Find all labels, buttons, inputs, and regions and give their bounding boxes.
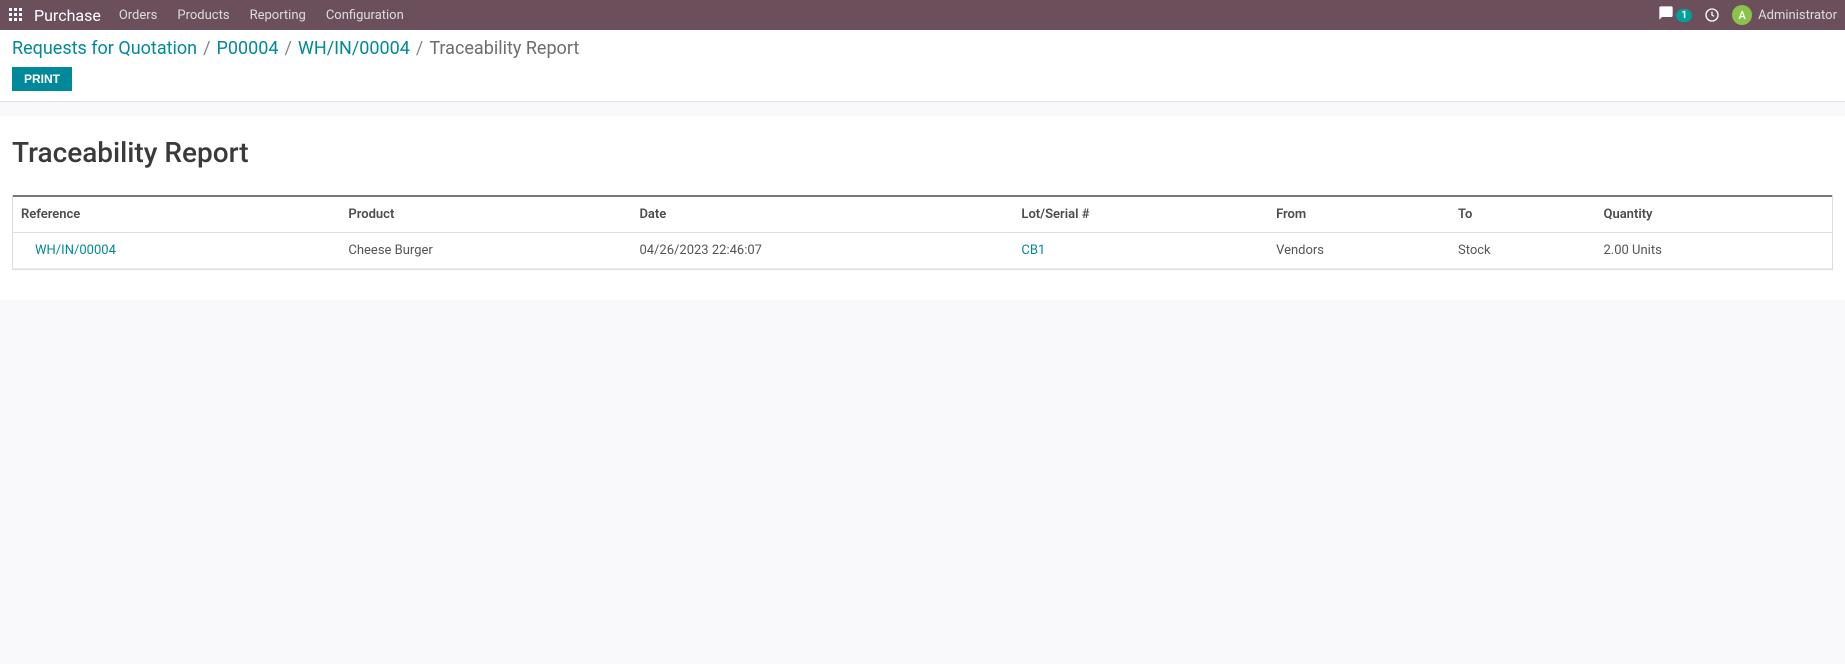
col-product: Product — [340, 196, 631, 233]
messages-badge: 1 — [1676, 9, 1692, 22]
nav-orders[interactable]: Orders — [119, 8, 158, 23]
nav-reporting[interactable]: Reporting — [250, 8, 306, 23]
cell-lot: CB1 — [1013, 233, 1268, 269]
report-table: Reference Product Date Lot/Serial # From… — [13, 195, 1832, 269]
nav-configuration[interactable]: Configuration — [326, 8, 404, 23]
messages-button[interactable]: 1 — [1658, 5, 1692, 25]
avatar: A — [1732, 5, 1752, 25]
report-table-wrap: Reference Product Date Lot/Serial # From… — [12, 195, 1833, 270]
breadcrumb-current: Traceability Report — [429, 38, 579, 59]
cell-from: Vendors — [1268, 233, 1450, 269]
app-name[interactable]: Purchase — [34, 6, 101, 25]
table-header-row: Reference Product Date Lot/Serial # From… — [13, 196, 1832, 233]
print-button[interactable]: Print — [12, 67, 72, 91]
cell-product: Cheese Burger — [340, 233, 631, 269]
breadcrumb: Requests for Quotation / P00004 / WH/IN/… — [12, 38, 1833, 59]
cell-reference: WH/IN/00004 — [13, 233, 340, 269]
breadcrumb-po[interactable]: P00004 — [217, 38, 279, 59]
col-lot: Lot/Serial # — [1013, 196, 1268, 233]
cell-date: 04/26/2023 22:46:07 — [631, 233, 1013, 269]
breadcrumb-transfer[interactable]: WH/IN/00004 — [298, 38, 410, 59]
lot-link[interactable]: CB1 — [1021, 243, 1045, 258]
page-title: Traceability Report — [12, 136, 1833, 169]
activity-button[interactable] — [1704, 7, 1720, 23]
content: Traceability Report Reference Product Da… — [0, 116, 1845, 300]
topbar-right: 1 A Administrator — [1658, 5, 1837, 25]
breadcrumb-sep: / — [203, 38, 210, 59]
topbar: Purchase Orders Products Reporting Confi… — [0, 0, 1845, 30]
reference-link[interactable]: WH/IN/00004 — [35, 243, 116, 258]
apps-icon[interactable] — [8, 7, 24, 23]
col-quantity: Quantity — [1595, 196, 1832, 233]
table-row: WH/IN/00004 Cheese Burger 04/26/2023 22:… — [13, 233, 1832, 269]
col-reference: Reference — [13, 196, 340, 233]
cell-quantity: 2.00 Units — [1595, 233, 1832, 269]
breadcrumb-rfq[interactable]: Requests for Quotation — [12, 38, 197, 59]
breadcrumb-sep: / — [416, 38, 423, 59]
topbar-left: Purchase Orders Products Reporting Confi… — [8, 6, 424, 25]
control-bar: Requests for Quotation / P00004 / WH/IN/… — [0, 30, 1845, 102]
col-to: To — [1450, 196, 1596, 233]
nav-products[interactable]: Products — [177, 8, 229, 23]
cell-to: Stock — [1450, 233, 1596, 269]
breadcrumb-sep: / — [284, 38, 291, 59]
user-name: Administrator — [1758, 8, 1837, 23]
col-from: From — [1268, 196, 1450, 233]
col-date: Date — [631, 196, 1013, 233]
user-menu[interactable]: A Administrator — [1732, 5, 1837, 25]
chat-icon — [1658, 5, 1674, 25]
